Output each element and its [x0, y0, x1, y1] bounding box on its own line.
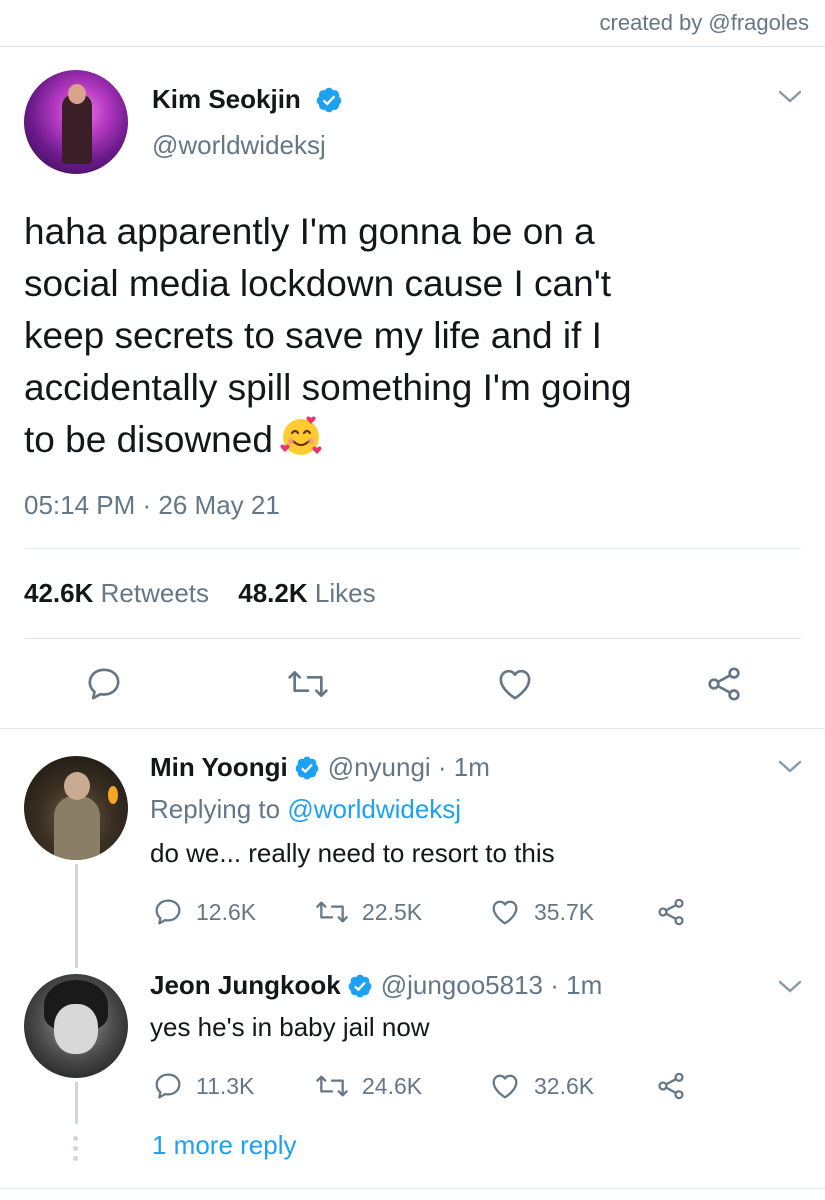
replying-to-label: Replying to — [150, 794, 281, 824]
divider — [24, 638, 801, 639]
creator-credit: created by @fragoles — [599, 10, 809, 35]
reply-count: 12.6K — [196, 898, 257, 925]
author-avatar[interactable] — [24, 70, 128, 174]
replying-to: Replying to @worldwideksj — [150, 794, 461, 825]
author-handle[interactable]: @worldwideksj — [152, 130, 326, 161]
reply-author-handle[interactable]: @jungoo5813 · 1m — [381, 970, 603, 1001]
smiling-face-with-hearts-icon — [279, 414, 323, 458]
reply-avatar[interactable] — [24, 974, 128, 1078]
reply-count-button[interactable]: 12.6K — [152, 896, 256, 928]
likes-label[interactable]: Likes — [315, 578, 376, 608]
tweet-text-line: accidentally spill something I'm going — [24, 367, 632, 408]
reply-count-button[interactable]: 11.3K — [152, 1070, 254, 1102]
reply-author-name[interactable]: Jeon Jungkook — [150, 970, 341, 1001]
tweet-body: haha apparently I'm gonna be on a social… — [24, 206, 804, 466]
share-icon[interactable] — [654, 896, 688, 928]
retweet-count: 24.6K — [362, 1072, 423, 1099]
tweet-text-line: keep secrets to save my life and if I — [24, 315, 602, 356]
retweet-count: 22.5K — [362, 898, 423, 925]
tweet-text-line-last: to be disowned — [24, 414, 804, 466]
like-heart-icon[interactable] — [494, 664, 536, 704]
retweet-count-button[interactable]: 22.5K — [314, 896, 422, 928]
reply-author-name[interactable]: Min Yoongi — [150, 752, 288, 783]
divider — [24, 548, 801, 549]
thread-line — [75, 1082, 78, 1124]
thread-continuation-dots — [73, 1136, 78, 1161]
retweets-count[interactable]: 42.6K — [24, 578, 93, 608]
reply-text: yes he's in baby jail now — [150, 1012, 430, 1042]
reply-header: Min Yoongi @nyungi · 1m — [150, 752, 490, 783]
reply-header: Jeon Jungkook @jungoo5813 · 1m — [150, 970, 602, 1001]
engagement-stats: 42.6K Retweets 48.2K Likes — [24, 578, 376, 609]
like-count: 32.6K — [534, 1072, 595, 1099]
header-divider — [0, 46, 825, 47]
section-divider — [0, 1188, 825, 1189]
section-divider — [0, 728, 825, 729]
share-icon[interactable] — [654, 1070, 688, 1102]
retweets-label[interactable]: Retweets — [101, 578, 209, 608]
reply-count: 11.3K — [196, 1072, 255, 1099]
like-count: 35.7K — [534, 898, 595, 925]
retweet-icon[interactable] — [286, 664, 330, 704]
verified-badge-icon — [347, 973, 373, 999]
retweet-count-button[interactable]: 24.6K — [314, 1070, 422, 1102]
likes-count[interactable]: 48.2K — [238, 578, 307, 608]
share-icon[interactable] — [704, 664, 744, 704]
more-replies-link[interactable]: 1 more reply — [152, 1130, 297, 1161]
verified-badge-icon — [294, 755, 320, 781]
replying-to-handle-link[interactable]: @worldwideksj — [287, 794, 461, 824]
author-name-row[interactable]: Kim Seokjin — [152, 84, 343, 115]
reply-icon[interactable] — [84, 664, 124, 704]
thread-line — [75, 864, 78, 968]
reply-menu-chevron-down-icon[interactable] — [776, 758, 804, 776]
tweet-text-line: to be disowned — [24, 419, 273, 460]
tweet-menu-chevron-down-icon[interactable] — [776, 88, 804, 106]
reply-menu-chevron-down-icon[interactable] — [776, 978, 804, 996]
tweet-timestamp[interactable]: 05:14 PM · 26 May 21 — [24, 490, 280, 521]
reply-avatar[interactable] — [24, 756, 128, 860]
verified-badge-icon — [315, 86, 343, 114]
reply-author-handle[interactable]: @nyungi · 1m — [328, 752, 490, 783]
author-name[interactable]: Kim Seokjin — [152, 84, 301, 115]
tweet-text-line: social media lockdown cause I can't — [24, 263, 612, 304]
like-count-button[interactable]: 35.7K — [488, 896, 594, 928]
reply-text: do we... really need to resort to this — [150, 838, 555, 868]
tweet-text-line: haha apparently I'm gonna be on a — [24, 211, 595, 252]
like-count-button[interactable]: 32.6K — [488, 1070, 594, 1102]
